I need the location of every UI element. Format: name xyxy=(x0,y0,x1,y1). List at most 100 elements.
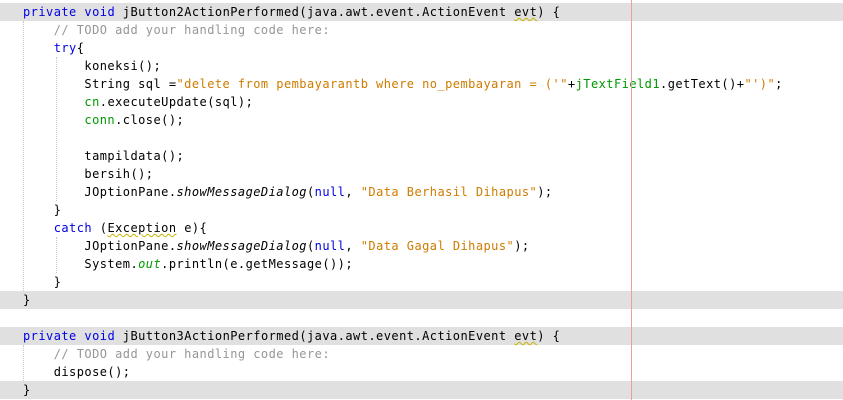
code-token: void xyxy=(84,329,116,343)
code-line[interactable] xyxy=(0,129,843,147)
code-token: } xyxy=(23,275,62,289)
indent-guide xyxy=(23,345,24,381)
code-line-text: dispose(); xyxy=(23,363,130,381)
code-editor[interactable]: private void jButton2ActionPerformed(jav… xyxy=(0,0,843,400)
code-line-text: private void jButton3ActionPerformed(jav… xyxy=(23,327,560,345)
code-line[interactable]: String sql ="delete from pembayarantb wh… xyxy=(0,75,843,93)
code-token: ) { xyxy=(537,329,561,343)
code-token: Exception xyxy=(107,221,177,235)
code-token: showMessageDialog xyxy=(176,239,307,253)
code-token: null xyxy=(314,185,346,199)
code-token: "Data Gagal Dihapus" xyxy=(360,239,515,253)
code-line-text: bersih(); xyxy=(23,165,153,183)
code-token: .close(); xyxy=(115,113,185,127)
code-line[interactable]: // TODO add your handling code here: xyxy=(0,345,843,363)
code-token: dispose(); xyxy=(23,365,131,379)
code-token: , xyxy=(345,239,361,253)
code-token: + xyxy=(567,77,576,91)
code-token: } xyxy=(23,203,62,217)
code-line[interactable] xyxy=(0,309,843,327)
code-token: ( xyxy=(306,185,315,199)
code-token: koneksi(); xyxy=(23,59,162,73)
code-line[interactable]: catch (Exception e){ xyxy=(0,219,843,237)
code-token: jButton3ActionPerformed(java.awt.event.A… xyxy=(115,329,515,343)
code-token: evt xyxy=(514,5,538,19)
code-token: catch xyxy=(53,221,93,235)
code-token: .getText()+ xyxy=(660,77,745,91)
code-token: .println(e.getMessage()); xyxy=(161,257,354,271)
code-token: jButton2ActionPerformed(java.awt.event.A… xyxy=(115,5,515,19)
code-token: void xyxy=(84,5,116,19)
code-token: // TODO add your handling code here: xyxy=(53,23,330,37)
code-token: null xyxy=(314,239,346,253)
code-token: JOptionPane. xyxy=(23,239,177,253)
code-line-text: tampildata(); xyxy=(23,147,184,165)
code-line[interactable]: bersih(); xyxy=(0,165,843,183)
code-token: .executeUpdate(sql); xyxy=(99,95,254,109)
code-token: ( xyxy=(92,221,108,235)
code-token: String sql = xyxy=(23,77,177,91)
code-line-text: // TODO add your handling code here: xyxy=(23,345,330,363)
code-line[interactable]: } xyxy=(0,291,843,309)
code-token: ); xyxy=(514,239,530,253)
code-token: "delete from pembayarantb where no_pemba… xyxy=(176,77,568,91)
code-line-text: // TODO add your handling code here: xyxy=(23,21,330,39)
code-token: out xyxy=(138,257,162,271)
code-line[interactable]: private void jButton3ActionPerformed(jav… xyxy=(0,327,843,345)
code-line-text: } xyxy=(23,381,31,399)
code-line-text: } xyxy=(23,291,31,309)
code-line[interactable]: JOptionPane.showMessageDialog(null, "Dat… xyxy=(0,237,843,255)
code-line[interactable]: private void jButton2ActionPerformed(jav… xyxy=(0,3,843,21)
code-token: bersih(); xyxy=(23,167,154,181)
code-line-text: String sql ="delete from pembayarantb wh… xyxy=(23,75,783,93)
indent-guide xyxy=(56,57,57,201)
code-token: ; xyxy=(775,77,783,91)
code-token: ); xyxy=(537,185,553,199)
code-line-text: } xyxy=(23,201,61,219)
code-token: ( xyxy=(306,239,315,253)
code-line[interactable]: JOptionPane.showMessageDialog(null, "Dat… xyxy=(0,183,843,201)
code-token: conn xyxy=(84,113,116,127)
code-line-text: koneksi(); xyxy=(23,57,161,75)
code-token: "')" xyxy=(744,77,776,91)
code-line[interactable]: cn.executeUpdate(sql); xyxy=(0,93,843,111)
code-token: System. xyxy=(23,257,139,271)
right-margin-guide xyxy=(631,0,632,400)
code-line[interactable]: dispose(); xyxy=(0,363,843,381)
indent-guide xyxy=(23,21,24,291)
code-line-text: try{ xyxy=(23,39,84,57)
code-token: e){ xyxy=(176,221,208,235)
code-line-text: } xyxy=(23,273,61,291)
code-token: } xyxy=(23,383,31,397)
code-line[interactable]: } xyxy=(0,201,843,219)
code-token: { xyxy=(76,41,85,55)
code-token: evt xyxy=(514,329,538,343)
code-line-text: cn.executeUpdate(sql); xyxy=(23,93,253,111)
code-line[interactable]: System.out.println(e.getMessage()); xyxy=(0,255,843,273)
code-token: ) { xyxy=(537,5,561,19)
code-token: cn xyxy=(84,95,100,109)
code-line[interactable]: tampildata(); xyxy=(0,147,843,165)
code-line[interactable]: try{ xyxy=(0,39,843,57)
code-line[interactable]: koneksi(); xyxy=(0,57,843,75)
code-line[interactable]: } xyxy=(0,381,843,399)
code-token: "Data Berhasil Dihapus" xyxy=(360,185,538,199)
code-token: JOptionPane. xyxy=(23,185,177,199)
code-token: // TODO add your handling code here: xyxy=(53,347,330,361)
code-line-text: System.out.println(e.getMessage()); xyxy=(23,255,353,273)
code-line[interactable]: } xyxy=(0,273,843,291)
code-line[interactable]: conn.close(); xyxy=(0,111,843,129)
code-line[interactable]: // TODO add your handling code here: xyxy=(0,21,843,39)
code-line-text: private void jButton2ActionPerformed(jav… xyxy=(23,3,560,21)
code-line-text: conn.close(); xyxy=(23,111,184,129)
code-token: } xyxy=(23,293,31,307)
code-line-text: JOptionPane.showMessageDialog(null, "Dat… xyxy=(23,183,553,201)
code-token: private xyxy=(23,5,77,19)
indent-guide xyxy=(56,237,57,273)
